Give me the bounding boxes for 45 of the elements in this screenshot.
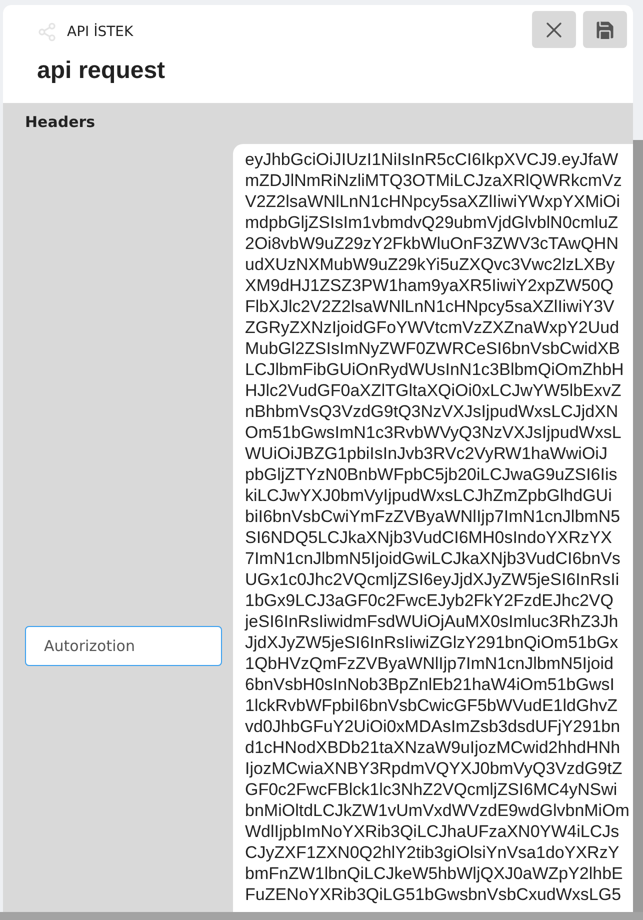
value-line: 6bnVsbH0sInNob3BpZnlEb21haW4iOm51bGwsI <box>245 674 614 695</box>
breadcrumb: API İSTEK <box>67 24 134 40</box>
value-line: SI6NDQ5LCJkaXNjb3VudCI6MH0sIndoYXRzYX <box>245 527 612 548</box>
value-line: jeSI6InRsIiwidmFsdWUiOjAuMX0sImluc3RhZ3Jh <box>245 611 618 632</box>
value-line: 1bGx9LCJ3aGF0c2FwcEJyb2FkY2FzdEJhc2VQ <box>245 590 614 611</box>
value-line: 7ImN1cnJlbmN5IjoidGwiLCJkaXNjb3VudCI6bnVs <box>245 548 620 569</box>
value-line: mdpbGljZSIsIm1vbmdvQ29ubmVjdGlvblN0cmluZ <box>245 212 618 233</box>
value-line: biI6bnVsbCwiYmFzZVByaWNlIjp7ImN1cnJlbmN5 <box>245 506 620 527</box>
header-value-field[interactable] <box>233 144 633 912</box>
save-button[interactable] <box>583 11 627 48</box>
value-line: LCJlbmFibGUiOnRydWUsInN1c3BlbmQiOmZhbH <box>245 359 624 380</box>
value-line: 1QbHVzQmFzZVByaWNlIjp7ImN1cnJlbmN5Ijoid <box>245 653 614 674</box>
scrollbar[interactable] <box>633 140 643 912</box>
value-line: WUiOiJBZG1pbiIsInJvb3RVc2VyRW1haWwiOiJ <box>245 443 608 464</box>
value-line: UGx1c0Jhc2VQcmljZSI6eyJjdXJyZW5jeSI6InRsIi <box>245 569 620 590</box>
value-line: WdlIjpbImNoYXRib3QiLCJhaUFzaXN0YW4iLCJs <box>245 821 620 842</box>
value-line: MubGl2ZSIsImNyZWF0ZWRCeSI6bnVsbCwidXB <box>245 338 620 359</box>
value-line: bmFnZW1lbnQiLCJkeW5hbWljQXJ0aWZpY2lhbE <box>245 863 623 884</box>
value-line: XM9dHJ1ZSZ3PW1ham9yaXR5IiwiY2xpZW50Q <box>245 275 614 296</box>
close-button[interactable] <box>532 11 576 48</box>
value-line: IjozMCwiaXNBY3RpdmVQYXJ0bmVyQ3VzdG9tZ <box>245 758 622 779</box>
value-line: 1lckRvbWFpbiI6bnVsbCwicGF5bWVudE1ldGhvZ <box>245 695 618 716</box>
section-title: Headers <box>25 113 96 131</box>
value-line: bnMiOltdLCJkZW1vUmVxdWVzdE9wdGlvbnMiOm <box>245 800 630 821</box>
page-title: api request <box>37 57 166 85</box>
value-line: d1cHNodXBDb21taXNzaW9uIjozMCwid2hhdHNh <box>245 737 620 758</box>
value-line: kiLCJwYXJ0bmVyIjpudWxsLCJhZmZpbGlhdGUi <box>245 485 612 506</box>
value-line: JjdXJyZW5jeSI6InRsIiwiZGlzY291bnQiOm51bGx <box>245 632 618 653</box>
value-line: eyJhbGciOiJIUzI1NiIsInR5cCI6IkpXVCJ9.eyJfaW <box>245 149 618 170</box>
value-line: udXUzNXMubW9uZ29kYi5uZXQvc3Vwc2lzLXBy <box>245 254 615 275</box>
value-line: GF0c2FwcFBlck1lc3NhZ2VQcmljZSI6MC4yNSwi <box>245 779 618 800</box>
value-line: nBhbmVsQ3VzdG9tQ3NzVXJsIjpudWxsLCJjdXN <box>245 401 618 422</box>
header-name-field[interactable]: Autorizotion <box>25 626 222 666</box>
value-line: ZGRyZXNzIjoidGFoYWVtcmVzZXZnaWxpY2Uud <box>245 317 620 338</box>
value-line: mZDJlNmRiNzliMTQ3OTMiLCJzaXRlQWRkcmVz <box>245 170 622 191</box>
value-line: pbGljZTYzN0BnbWFpbC5jb20iLCJwaG9uZSI6Iis <box>245 464 618 485</box>
value-line: Om51bGwsImN1c3RvbWVyQ3NzVXJsIjpudWxsL <box>245 422 622 443</box>
value-line: CJyZXF1ZXN0Q2hlY2tib3giOlsiYnVsa1doYXRzY <box>245 842 620 863</box>
value-line: vd0JhbGFuY2UiOi0xMDAsImZsb3dsdUFjY291bn <box>245 716 620 737</box>
share-icon <box>37 22 57 42</box>
value-line: FlbXJlc2V2Z2lsaWNlLnN1cHNpcy5saXZlIiwiY3V <box>245 296 614 317</box>
value-line: V2Z2lsaWNlLnN1cHNpcy5saXZlIiwiYWxpYXMiOi <box>245 191 620 212</box>
value-line: FuZENoYXRib3QiLG51bGwsbnVsbCxudWxsLG5 <box>245 884 622 905</box>
value-line: 2Oi8vbW9uZ29zY2FkbWluOnF3ZWV3cTAwQHN <box>245 233 618 254</box>
value-line: HJlc2VudGF0aXZlTGltaXQiOi0xLCJwYW5lbExvZ <box>245 380 622 401</box>
